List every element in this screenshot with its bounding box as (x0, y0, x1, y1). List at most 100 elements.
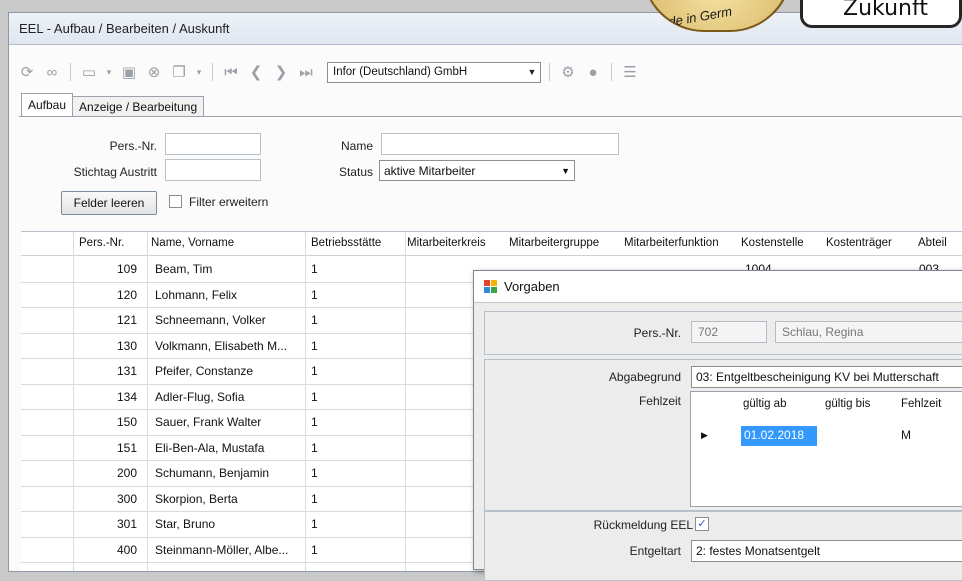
column-header[interactable]: Mitarbeiterkreis (407, 237, 486, 249)
persnr-cell: 131 (116, 364, 137, 378)
persnr-cell: 121 (116, 313, 137, 327)
filter-label: Filter erweitern (189, 195, 269, 209)
previous-record-icon[interactable]: ❮ (246, 62, 266, 82)
persnr-cell: 301 (116, 517, 137, 531)
status-select[interactable]: aktive Mitarbeiter ▼ (379, 160, 575, 181)
badge-text: de in Germ (667, 3, 734, 30)
betriebsstaette-cell: 1 (311, 262, 318, 276)
name-cell: Eli-Ben-Ala, Mustafa (155, 440, 265, 455)
name-cell: Adler-Flug, Sofia (155, 389, 245, 404)
refresh-icon[interactable]: ⟳ (17, 62, 37, 82)
link-icon[interactable]: ∞ (42, 62, 62, 82)
name-cell: Schumann, Benjamin (155, 466, 270, 480)
company-select[interactable]: Infor (Deutschland) GmbH ▼ (327, 61, 541, 83)
toolbar-separator (212, 63, 213, 81)
name-label: Name (340, 139, 373, 153)
betriebsstaette-cell: 1 (311, 491, 318, 506)
last-record-icon[interactable]: ⏭ (296, 62, 316, 82)
persnr-cell: 150 (116, 415, 137, 429)
name-cell: Skorpion, Berta (155, 491, 238, 506)
name-cell: Volkmann, Elisabeth M... (155, 338, 288, 353)
fz-column-header[interactable]: Fehlzeit (901, 398, 941, 410)
next-record-icon[interactable]: ❯ (271, 62, 291, 82)
rueckmeldung-label: Rückmeldung EEL (593, 518, 693, 532)
tab-bar: Aufbau Anzeige / Bearbeitung (21, 93, 205, 117)
column-header[interactable]: Betriebsstätte (311, 237, 381, 249)
persnr-input[interactable] (165, 133, 261, 155)
status-select-value: aktive Mitarbeiter (384, 163, 476, 178)
status-label: Status (338, 165, 373, 179)
dialog-titlebar: Vorgaben (474, 271, 962, 303)
dropdown-arrow-icon[interactable]: ▾ (194, 62, 204, 82)
toolbar-separator (549, 63, 550, 81)
column-header[interactable]: Mitarbeiterfunktion (624, 237, 719, 249)
company-select-value: Infor (Deutschland) GmbH (333, 66, 468, 78)
persnr-cell: 120 (116, 287, 137, 302)
dialog-title: Vorgaben (504, 279, 560, 294)
dialog-person-panel: Pers.-Nr. 702 Schlau, Regina (484, 311, 962, 355)
fz-column-header[interactable]: gültig bis (825, 398, 870, 410)
corner-banner: Zukunft (800, 0, 962, 28)
filter-checkbox[interactable] (169, 195, 182, 208)
delete-icon[interactable]: ⊗ (144, 62, 164, 82)
stichtag-input[interactable] (165, 159, 261, 181)
column-header[interactable]: Kostenträger (826, 237, 892, 249)
column-header[interactable]: Pers.-Nr. (79, 237, 124, 249)
column-header[interactable]: Kostenstelle (741, 237, 804, 249)
persnr-cell: 109 (116, 262, 137, 276)
name-cell: Schneemann, Volker (155, 313, 266, 327)
name-cell: Pfeifer, Constanze (155, 364, 254, 378)
tab-divider (19, 116, 962, 117)
fz-valid-from-cell[interactable]: 01.02.2018 (741, 426, 817, 446)
settings-icon[interactable]: ⚙ (558, 62, 578, 82)
tab-anzeige-bearbeitung[interactable]: Anzeige / Bearbeitung (72, 96, 205, 117)
table-header: Pers.-Nr. Name, Vorname Betriebsstätte M… (21, 232, 962, 256)
persnr-cell: 151 (116, 440, 137, 455)
persnr-cell: 130 (116, 338, 137, 353)
betriebsstaette-cell: 1 (311, 542, 318, 557)
dialog-persnr-label: Pers.-Nr. (633, 326, 681, 340)
copy-icon[interactable]: ❐ (169, 62, 189, 82)
abgabegrund-select[interactable]: 03: Entgeltbescheinigung KV bei Muttersc… (691, 366, 962, 388)
column-header[interactable]: Abteil (918, 237, 947, 249)
fz-column-header[interactable]: gültig ab (743, 398, 786, 410)
save-icon[interactable]: ▣ (119, 62, 139, 82)
dialog-app-icon (484, 280, 498, 293)
new-document-icon[interactable]: ▭ (79, 62, 99, 82)
corner-text: Zukunft (843, 0, 928, 21)
vorgaben-dialog: Vorgaben Pers.-Nr. 702 Schlau, Regina Ab… (473, 270, 962, 581)
chevron-down-icon: ▼ (527, 67, 537, 77)
betriebsstaette-cell: 1 (311, 389, 318, 404)
rueckmeldung-checkbox[interactable]: ✓ (695, 517, 709, 531)
layout-icon[interactable]: ☰ (620, 62, 640, 82)
name-cell: Beam, Tim (155, 262, 213, 276)
stichtag-label: Stichtag Austritt (73, 165, 157, 179)
betriebsstaette-cell: 1 (311, 287, 318, 302)
tab-aufbau[interactable]: Aufbau (21, 93, 74, 117)
betriebsstaette-cell: 1 (311, 338, 318, 353)
dialog-persnr-field: 702 (691, 321, 767, 343)
name-input[interactable] (381, 133, 619, 155)
persnr-cell: 300 (116, 491, 137, 506)
dialog-bottom-panel: Rückmeldung EEL ✓ Entgeltart 2: festes M… (484, 511, 962, 581)
clear-fields-button[interactable]: Felder leeren (61, 191, 157, 215)
column-header[interactable]: Mitarbeitergruppe (509, 237, 599, 249)
persnr-label: Pers.-Nr. (109, 139, 157, 153)
toolbar-separator (611, 63, 612, 81)
column-header[interactable]: Name, Vorname (151, 237, 234, 249)
first-record-icon[interactable]: ⏮ (221, 62, 241, 82)
circle-icon[interactable]: ● (583, 62, 603, 82)
dropdown-arrow-icon[interactable]: ▾ (104, 62, 114, 82)
toolbar: ⟳ ∞ ▭ ▾ ▣ ⊗ ❐ ▾ ⏮ ❮ ❯ ⏭ Infor (Deutschla… (17, 59, 640, 85)
entgeltart-select[interactable]: 2: festes Monatsentgelt (691, 540, 962, 562)
name-cell: Lohmann, Felix (155, 287, 238, 302)
persnr-cell: 400 (116, 542, 137, 557)
fz-code-cell[interactable]: M (901, 428, 911, 442)
betriebsstaette-cell: 1 (311, 517, 318, 531)
persnr-cell: 134 (116, 389, 137, 404)
entgeltart-label: Entgeltart (629, 544, 681, 558)
name-cell: Sauer, Frank Walter (155, 415, 262, 429)
chevron-down-icon: ▼ (561, 165, 570, 176)
fehlzeit-table: gültig ab gültig bis Fehlzeit ▶ 01.02.20… (690, 391, 962, 507)
toolbar-separator (70, 63, 71, 81)
